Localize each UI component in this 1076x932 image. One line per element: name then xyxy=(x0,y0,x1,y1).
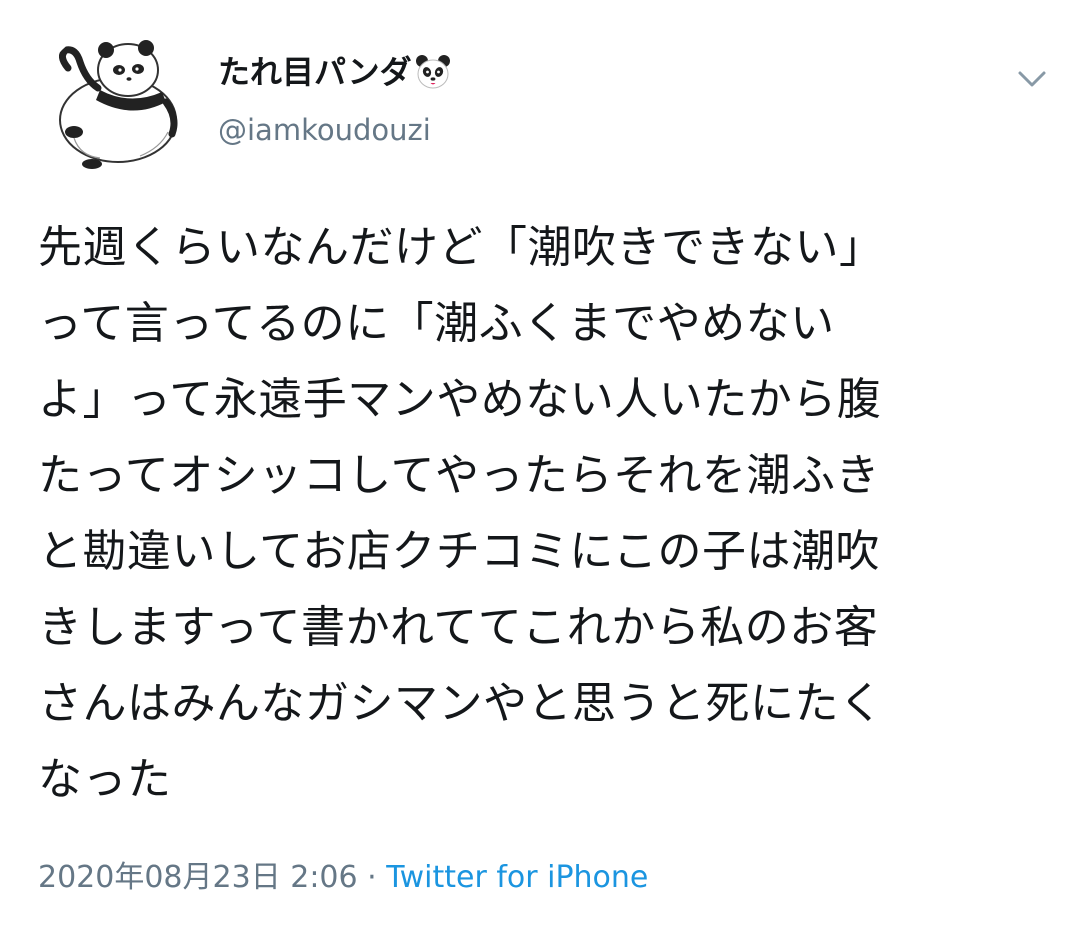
tweet-header: たれ目パンダ @iamkoudouzi xyxy=(40,28,1046,178)
tweet-source-link[interactable]: Twitter for iPhone xyxy=(386,860,648,895)
user-names: たれ目パンダ @iamkoudouzi xyxy=(218,50,452,150)
panda-face-icon xyxy=(414,53,452,91)
tweet-text-line: さんはみんなガシマンやと思うと死にたく xyxy=(38,678,884,729)
tweet-text-line: きしますって書かれててこれから私のお客 xyxy=(38,602,879,653)
tweet-text-line: と勘違いしてお店クチコミにこの子は潮吹 xyxy=(38,526,880,577)
tweet-text-line: 先週くらいなんだけど「潮吹きできない」 xyxy=(38,222,884,273)
display-name[interactable]: たれ目パンダ xyxy=(218,50,412,94)
tweet-text-line: って言ってるのに「潮ふくまでやめない xyxy=(38,298,835,349)
tweet-text: 先週くらいなんだけど「潮吹きできない」 って言ってるのに「潮ふくまでやめない よ… xyxy=(38,210,1038,818)
chevron-down-icon[interactable] xyxy=(1012,58,1052,98)
meta-separator: · xyxy=(367,860,377,895)
tweet-text-line: なった xyxy=(38,754,172,805)
tweet-timestamp[interactable]: 2020年08月23日 2:06 xyxy=(38,860,358,895)
tweet-meta: 2020年08月23日 2:06 · Twitter for iPhone xyxy=(38,856,648,900)
tweet-text-line: たってオシッコしてやったらそれを潮ふき xyxy=(38,450,880,501)
display-name-row[interactable]: たれ目パンダ xyxy=(218,50,452,94)
avatar[interactable] xyxy=(40,28,190,178)
tweet-card: たれ目パンダ @iamkoudouzi 先週くらいなんだけど「潮吹きできない」 … xyxy=(0,0,1076,932)
user-handle[interactable]: @iamkoudouzi xyxy=(218,110,452,150)
tweet-text-line: よ」って永遠手マンやめない人いたから腹 xyxy=(38,374,882,425)
panda-avatar-illustration xyxy=(59,40,178,169)
